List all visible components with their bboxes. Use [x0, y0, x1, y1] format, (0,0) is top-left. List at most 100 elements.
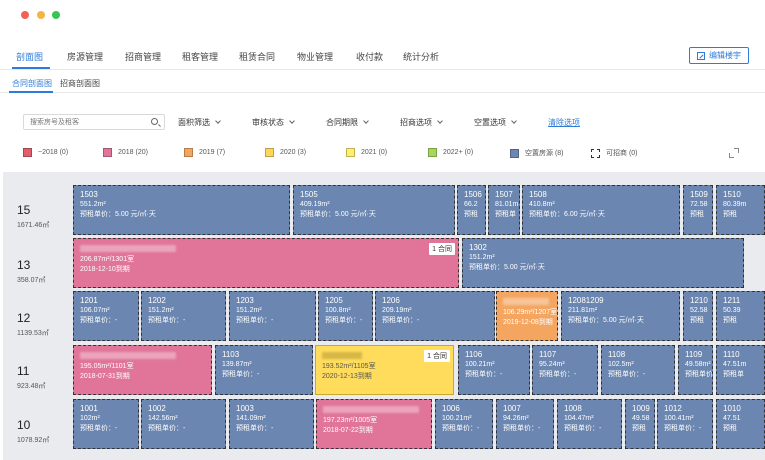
chevron-down-icon — [511, 118, 517, 124]
tab-payments[interactable]: 收付款 — [356, 50, 383, 63]
edit-building-button[interactable]: 编辑楼宇 — [689, 47, 749, 64]
legend-item[interactable]: 2020 (3) — [265, 148, 306, 157]
floor-area: 923.48㎡ — [17, 383, 46, 390]
room-price: 预租单价 — [685, 371, 713, 378]
room-cell[interactable]: 1508 410.8m² 预租单价：6.00 元/㎡·天 — [522, 185, 680, 235]
legend-swatch — [591, 148, 600, 158]
window-titlebar — [0, 0, 765, 30]
room-cell[interactable]: 1205 100.8m² 预租单价：- — [318, 291, 373, 341]
room-cell[interactable]: 1002 142.56m² 预租单价：- — [141, 399, 226, 449]
review-status-dropdown[interactable]: 审核状态 — [252, 117, 295, 128]
subtab-leasing-section[interactable]: 招商剖面图 — [60, 78, 100, 89]
room-cell[interactable]: 1503 551.2m² 预租单价：5.00 元/㎡·天 — [73, 185, 290, 235]
room-cell[interactable]: 1003 141.09m² 预租单价：- — [229, 399, 314, 449]
room-price: 预租单价：- — [148, 317, 186, 324]
legend-item[interactable]: 2021 (0) — [346, 148, 387, 157]
room-number: 1206 — [382, 296, 400, 305]
active-tab-indicator — [12, 67, 50, 69]
maximize-window-button[interactable] — [52, 11, 60, 19]
contract-count-badge[interactable]: 1 合同 — [429, 243, 455, 255]
room-cell[interactable]: 1505 409.19m² 预租单价：5.00 元/㎡·天 — [293, 185, 455, 235]
room-cell[interactable]: 1109 49.58m² 预租单价 — [678, 345, 713, 395]
leasing-options-dropdown[interactable]: 招商选项 — [400, 117, 443, 128]
subtab-contract-section[interactable]: 合同剖面图 — [12, 78, 52, 89]
search-box — [23, 114, 165, 130]
room-cell[interactable]: 1202 151.2m² 预租单价：- — [141, 291, 226, 341]
room-cell[interactable]: 1 合同 193.52m²/1105室 2020-12-13到期 — [315, 345, 454, 395]
legend-label: 2018 (20) — [118, 149, 148, 156]
expand-icon[interactable] — [729, 148, 739, 158]
legend-item[interactable]: 2018 (20) — [103, 148, 148, 157]
room-cell[interactable]: 1103 139.87m² 预租单价：- — [215, 345, 313, 395]
search-input[interactable] — [24, 115, 144, 129]
tab-statistics[interactable]: 统计分析 — [403, 50, 439, 63]
contract-count-badge[interactable]: 1 合同 — [424, 350, 450, 362]
room-cell[interactable]: 1 合同 206.87m²/1301室 2018-12-10到期 — [73, 238, 459, 288]
room-cell[interactable]: 1009 49.58 预租 — [625, 399, 655, 449]
room-cell[interactable]: 12081209 211.81m² 预租单价：5.00 元/㎡·天 — [561, 291, 680, 341]
floor-area: 358.07㎡ — [17, 277, 46, 284]
room-cell[interactable]: 1110 47.51m 预租单 — [716, 345, 765, 395]
room-cell[interactable]: 1302 151.2m² 预租单价：5.00 元/㎡·天 — [462, 238, 744, 288]
room-number: 1509 — [690, 190, 708, 199]
tenant-name-redacted — [322, 352, 362, 359]
area-filter-dropdown[interactable]: 面积筛选 — [178, 117, 221, 128]
room-cell[interactable]: 106.29m²/1207室 2019-12-08到期 — [496, 291, 558, 341]
close-window-button[interactable] — [21, 11, 29, 19]
contract-term-dropdown[interactable]: 合同期限 — [326, 117, 369, 128]
room-cell[interactable]: 1001 102m² 预租单价：- — [73, 399, 139, 449]
room-cell[interactable]: 1201 106.07m² 预租单价：- — [73, 291, 139, 341]
tab-property-management[interactable]: 物业管理 — [297, 50, 333, 63]
legend-item[interactable]: 2019 (7) — [184, 148, 225, 157]
tab-listing-management[interactable]: 房源管理 — [67, 50, 103, 63]
room-number: 1003 — [236, 404, 254, 413]
vacancy-options-dropdown[interactable]: 空置选项 — [474, 117, 517, 128]
clear-filters-link[interactable]: 清除选项 — [548, 117, 580, 128]
room-number: 1302 — [469, 243, 487, 252]
tab-lease-contracts[interactable]: 租赁合同 — [239, 50, 275, 63]
room-price: 预租单价：- — [236, 425, 274, 432]
tab-tenant-management[interactable]: 租客管理 — [182, 50, 218, 63]
legend-item[interactable]: 2022+ (0) — [428, 148, 473, 157]
room-area: 52.58 — [690, 307, 708, 314]
room-cell[interactable]: 1107 95.24m² 预租单价：- — [532, 345, 598, 395]
room-cell[interactable]: 1210 52.58 预租 — [683, 291, 713, 341]
room-cell[interactable]: 1010 47.51 预租 — [716, 399, 765, 449]
legend-label: 2019 (7) — [199, 149, 226, 156]
room-price: 预租单价：- — [564, 425, 602, 432]
room-number: 1107 — [539, 350, 557, 359]
tenant-name-redacted — [503, 298, 549, 305]
room-area: 139.87m² — [222, 361, 252, 368]
sub-tabs: 合同剖面图 招商剖面图 — [0, 71, 765, 93]
room-cell[interactable]: 1006 100.21m² 预租单价：- — [435, 399, 493, 449]
room-price: 预租 — [632, 425, 646, 432]
top-nav: 剖面图 房源管理 招商管理 租客管理 租赁合同 物业管理 收付款 统计分析 编辑… — [0, 42, 765, 70]
room-area: 102m² — [80, 415, 100, 422]
legend-item[interactable]: ~2018 (0) — [23, 148, 68, 157]
room-area: 106.29m²/1207室 — [503, 309, 558, 316]
room-cell[interactable]: 1206 209.19m² 预租单价：- — [375, 291, 495, 341]
room-cell[interactable]: 1007 94.26m² 预租单价：- — [496, 399, 554, 449]
tab-section-view[interactable]: 剖面图 — [16, 50, 43, 63]
room-cell[interactable]: 1106 100.21m² 预租单价：- — [458, 345, 530, 395]
room-cell[interactable]: 1211 50.39 预租 — [716, 291, 765, 341]
room-cell[interactable]: 1509 72.58 预租 — [683, 185, 713, 235]
room-cell[interactable]: 1510 80.39m 预租 — [716, 185, 765, 235]
minimize-window-button[interactable] — [37, 11, 45, 19]
room-cell[interactable]: 1506 66.2 预租 — [457, 185, 486, 235]
chevron-down-icon — [215, 118, 221, 124]
room-cell[interactable]: 197.23m²/1005室 2018-07-22到期 — [316, 399, 432, 449]
legend-item[interactable]: 可招商 (0) — [591, 148, 638, 158]
room-cell[interactable]: 1108 102.5m² 预租单价：- — [601, 345, 675, 395]
chevron-down-icon — [437, 118, 443, 124]
room-cell[interactable]: 1203 151.2m² 预租单价：- — [229, 291, 316, 341]
tab-leasing-management[interactable]: 招商管理 — [125, 50, 161, 63]
search-icon[interactable] — [151, 118, 158, 125]
room-cell[interactable]: 1012 100.41m² 预租单价：- — [657, 399, 713, 449]
room-cell[interactable]: 195.05m²/1101室 2018-07-31到期 — [73, 345, 212, 395]
room-cell[interactable]: 1008 104.47m² 预租单价：- — [557, 399, 622, 449]
room-cell[interactable]: 1507 81.01m 预租单 — [488, 185, 520, 235]
legend-item[interactable]: 空置房源 (8) — [510, 148, 564, 158]
room-area: 195.05m²/1101室 — [80, 363, 134, 370]
room-area: 94.26m² — [503, 415, 529, 422]
